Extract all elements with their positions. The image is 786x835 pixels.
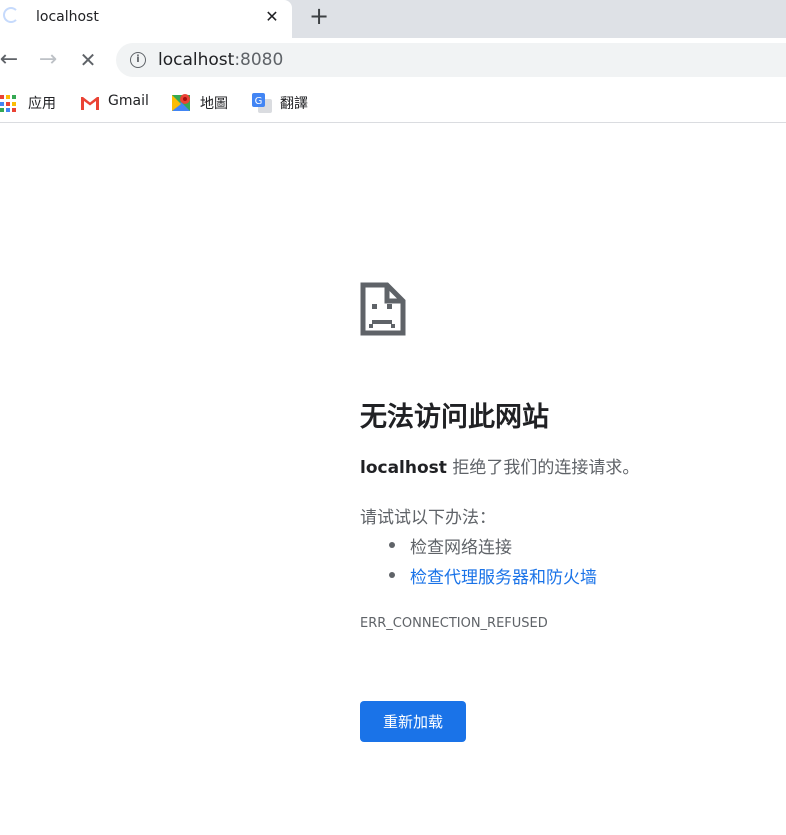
new-tab-button[interactable]: + [306, 3, 332, 29]
bookmark-apps[interactable]: 应用 [0, 93, 70, 113]
google-maps-icon [172, 94, 190, 111]
suggestion-check-proxy-link[interactable]: 检查代理服务器和防火墙 [389, 563, 597, 588]
error-headline: 无法访问此网站 [360, 402, 549, 433]
address-bar[interactable]: i localhost:8080 [116, 43, 786, 77]
apps-grid-icon [0, 95, 18, 113]
error-message: 拒绝了我们的连接请求。 [446, 458, 640, 478]
sad-page-icon [360, 282, 406, 336]
bookmark-label: 翻譯 [280, 96, 308, 112]
bookmark-label: Gmail [108, 93, 149, 109]
svg-text:G: G [255, 96, 263, 107]
suggestion-check-network: 检查网络连接 [389, 533, 512, 558]
gmail-icon [80, 96, 100, 111]
back-button[interactable]: ← [0, 48, 21, 72]
error-host: localhost [360, 458, 447, 478]
bookmark-label: 地圖 [200, 96, 228, 112]
url-port: :8080 [234, 50, 284, 70]
close-tab-icon[interactable]: ✕ [262, 7, 282, 27]
loading-spinner-icon [3, 7, 19, 23]
url-host: localhost [158, 50, 235, 70]
error-description: localhost 拒绝了我们的连接请求。 [360, 453, 639, 478]
bookmark-label: 应用 [28, 96, 56, 112]
bookmark-maps[interactable]: 地圖 [172, 93, 242, 113]
browser-toolbar: ← → ✕ i localhost:8080 [0, 38, 786, 82]
try-label: 请试试以下办法： [360, 508, 496, 528]
tab-localhost[interactable]: localhost ✕ [0, 0, 292, 38]
error-code: ERR_CONNECTION_REFUSED [360, 616, 548, 631]
tab-strip: localhost ✕ + [0, 0, 786, 38]
tab-title: localhost [36, 9, 99, 25]
site-info-icon[interactable]: i [130, 52, 146, 68]
reload-button[interactable]: 重新加载 [360, 701, 466, 742]
forward-button[interactable]: → [36, 48, 60, 72]
bookmark-translate[interactable]: G 翻譯 [252, 93, 322, 113]
stop-loading-button[interactable]: ✕ [76, 48, 100, 72]
bookmark-gmail[interactable]: Gmail [80, 93, 160, 113]
google-translate-icon: G [252, 93, 272, 113]
address-url[interactable]: localhost:8080 [158, 50, 283, 70]
bookmarks-bar: 应用 Gmail 地圖 G 翻譯 [0, 82, 786, 123]
